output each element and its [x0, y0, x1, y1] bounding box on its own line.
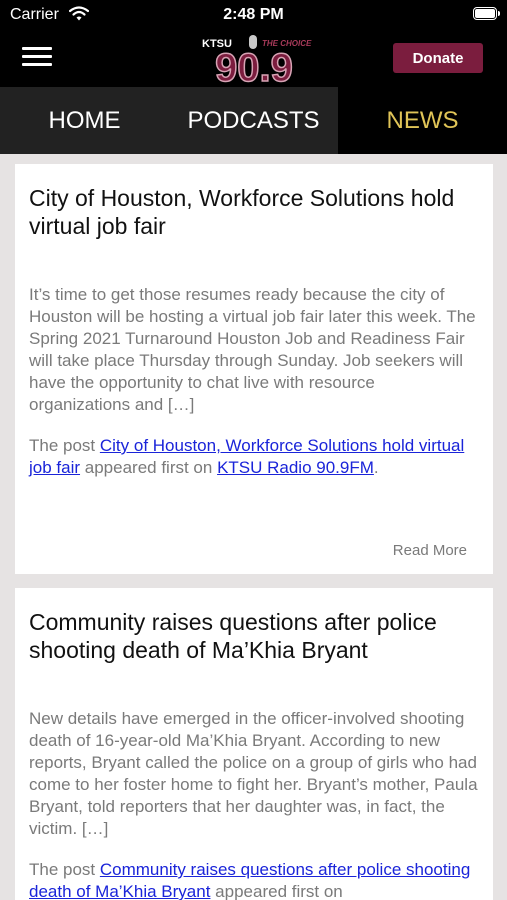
read-more-link[interactable]: Read More: [393, 542, 467, 559]
battery-icon: [473, 7, 500, 20]
footer-prefix: The post: [29, 436, 100, 455]
footer-prefix: The post: [29, 860, 100, 879]
post-footer: The post Community raises questions afte…: [29, 859, 479, 900]
post-title[interactable]: City of Houston, Workforce Solutions hol…: [29, 184, 479, 240]
logo-text-909: 90.9: [215, 46, 293, 86]
app-header: KTSU THE CHOICE 90.9 Donate: [0, 30, 507, 87]
news-feed[interactable]: City of Houston, Workforce Solutions hol…: [0, 154, 507, 900]
donate-button[interactable]: Donate: [393, 43, 483, 73]
news-card: Community raises questions after police …: [15, 588, 493, 900]
footer-middle: appeared first on: [80, 458, 218, 477]
tab-news[interactable]: NEWS: [338, 87, 507, 154]
news-card: City of Houston, Workforce Solutions hol…: [15, 164, 493, 574]
section-tabs: HOME PODCASTS NEWS: [0, 87, 507, 154]
hamburger-menu-icon[interactable]: [22, 47, 52, 71]
footer-middle: appeared first on: [210, 882, 343, 900]
status-bar: Carrier 2:48 PM: [0, 0, 507, 30]
post-footer: The post City of Houston, Workforce Solu…: [29, 435, 479, 479]
station-logo: KTSU THE CHOICE 90.9: [202, 35, 312, 86]
tab-home[interactable]: HOME: [0, 87, 169, 154]
source-link[interactable]: KTSU Radio 90.9FM: [217, 458, 374, 477]
post-excerpt: It’s time to get those resumes ready bec…: [29, 285, 476, 414]
post-title[interactable]: Community raises questions after police …: [29, 608, 479, 664]
post-excerpt: New details have emerged in the officer-…: [29, 709, 478, 838]
footer-suffix: .: [373, 458, 379, 477]
tab-podcasts[interactable]: PODCASTS: [169, 87, 338, 154]
clock: 2:48 PM: [223, 6, 284, 23]
